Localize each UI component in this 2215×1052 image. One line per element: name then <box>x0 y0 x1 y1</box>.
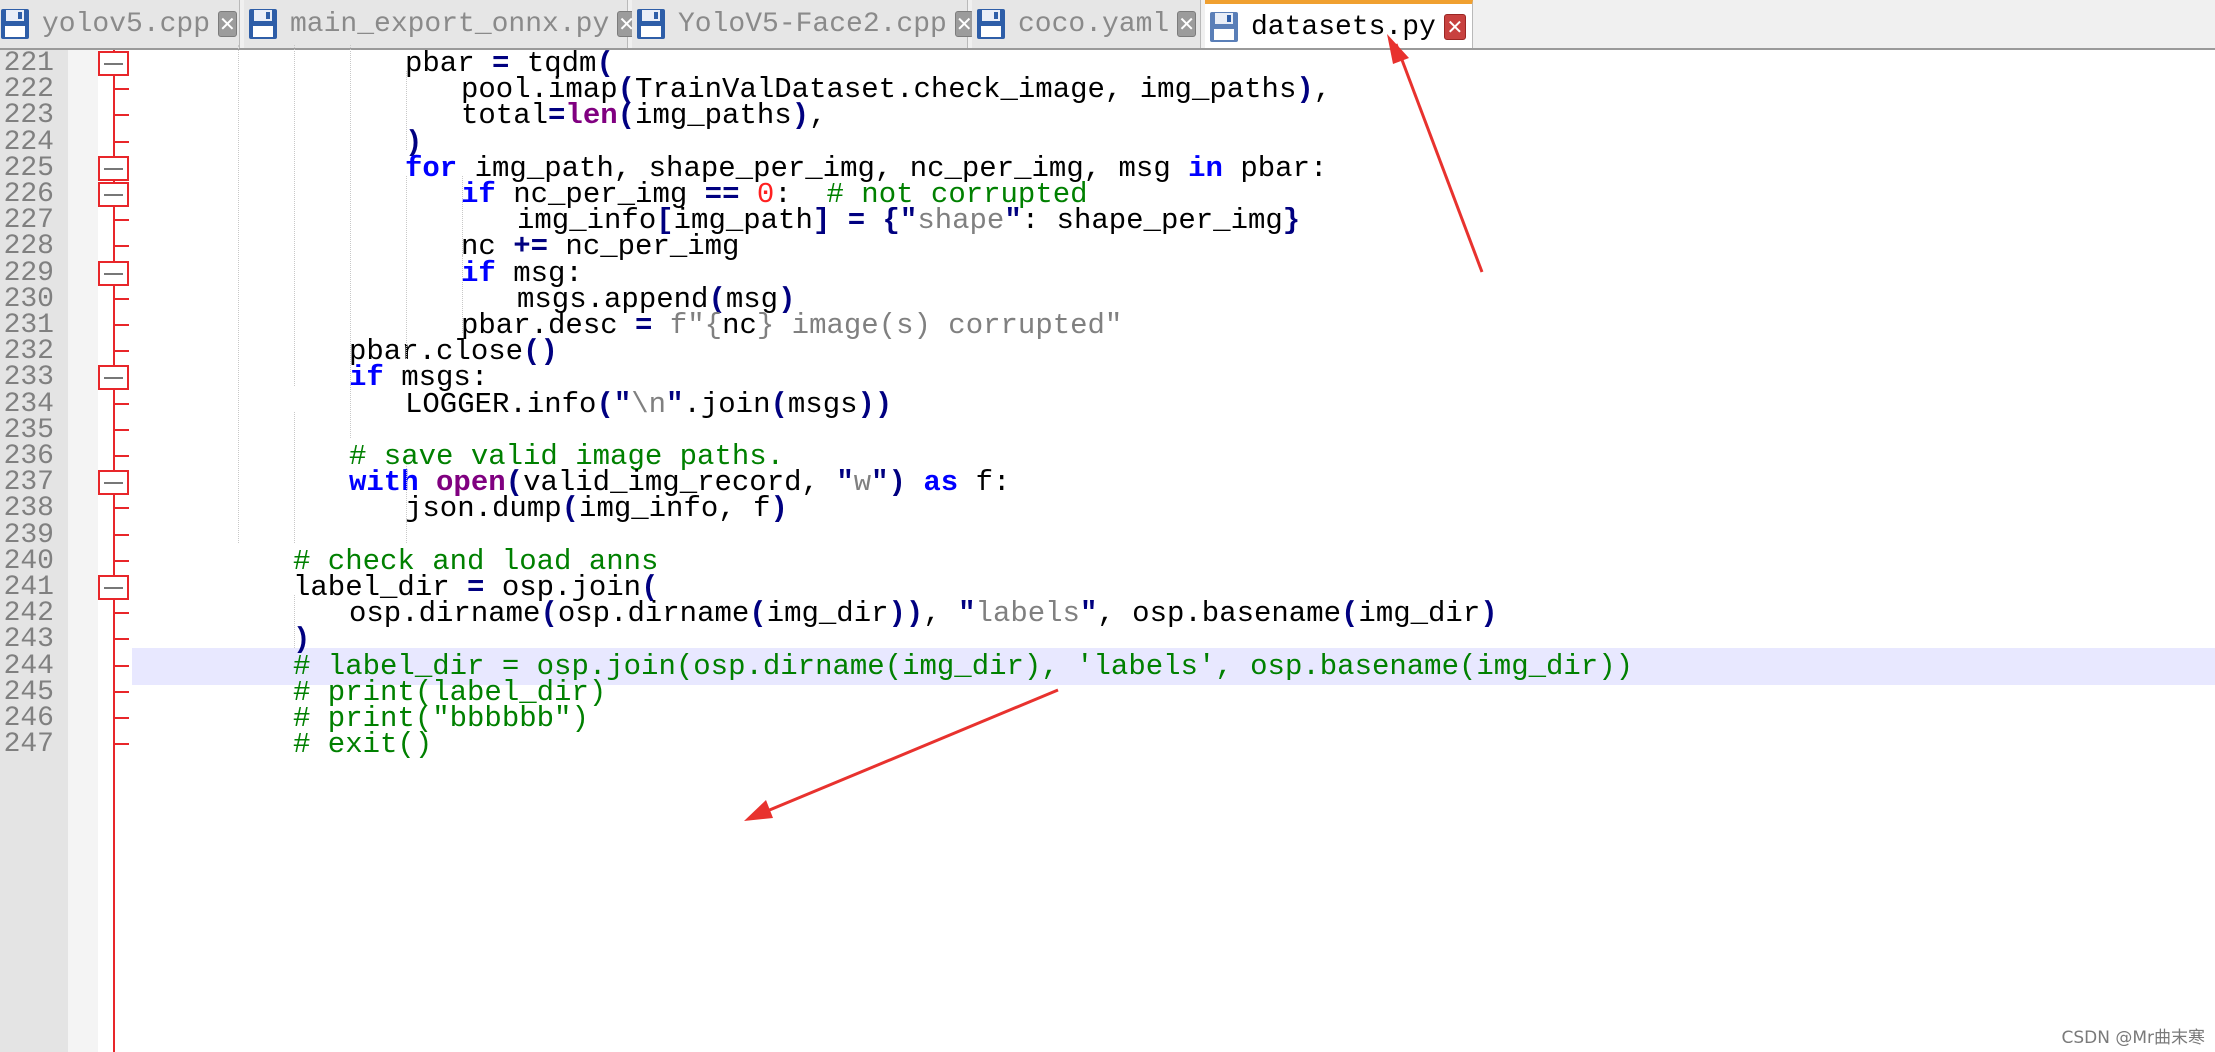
floppy-disk-icon <box>637 9 665 39</box>
indent-guide <box>406 71 407 150</box>
tab-coco-yaml[interactable]: coco.yaml ✕ <box>972 0 1201 48</box>
fold-tick <box>115 219 129 222</box>
fold-tick <box>115 612 129 615</box>
fold-tick <box>115 428 129 431</box>
fold-tick <box>115 455 129 457</box>
tab-label: main_export_onnx.py <box>290 8 610 40</box>
fold-tick <box>115 297 129 300</box>
indent-guide <box>238 45 239 543</box>
tab-label: YoloV5-Face2.cpp <box>678 8 947 40</box>
floppy-disk-icon <box>1 9 29 39</box>
tab-main-export-onnx-py[interactable]: main_export_onnx.py ✕ <box>244 0 637 48</box>
fold-tick <box>115 114 129 117</box>
fold-tick <box>115 324 129 326</box>
indent-guide <box>462 254 463 334</box>
tab-bar: yolov5.cpp ✕ main_export_onnx.py ✕ YoloV5-Fa… <box>0 0 2215 50</box>
indent-guide <box>294 45 295 386</box>
fold-tick <box>115 559 129 562</box>
indent-guide <box>294 411 295 543</box>
fold-tick <box>115 638 129 641</box>
floppy-disk-icon <box>977 9 1005 39</box>
fold-tick <box>115 507 129 510</box>
floppy-disk-icon <box>249 9 277 39</box>
indent-guide <box>350 45 351 438</box>
tab-datasets-py[interactable]: datasets.py ✕ <box>1205 0 1473 48</box>
close-icon[interactable]: ✕ <box>218 11 237 37</box>
fold-tick <box>115 690 129 693</box>
fold-tick <box>115 743 129 746</box>
fold-tick <box>115 664 129 667</box>
close-icon[interactable]: ✕ <box>954 11 974 37</box>
fold-tick <box>115 402 129 405</box>
indent-guide <box>406 464 407 543</box>
fold-tick <box>115 245 129 248</box>
indent-guide <box>294 595 295 648</box>
code-line[interactable]: 247 # exit() <box>0 726 2215 763</box>
watermark: CSDN @Mr曲末寒 <box>2061 1028 2205 1048</box>
fold-tick <box>115 350 129 353</box>
tab-yolov5-cpp[interactable]: yolov5.cpp ✕ <box>0 0 240 48</box>
line-number: 247 <box>3 729 54 761</box>
tab-yolov5-face2-cpp[interactable]: YoloV5-Face2.cpp ✕ <box>632 0 974 48</box>
indent-guide <box>462 176 463 255</box>
tab-label: yolov5.cpp <box>42 8 211 40</box>
tab-label: datasets.py <box>1251 11 1436 43</box>
close-icon[interactable]: ✕ <box>1177 11 1196 37</box>
tab-label: coco.yaml <box>1018 8 1170 40</box>
indent-guide <box>406 176 407 360</box>
fold-tick <box>115 140 129 143</box>
fold-tick <box>115 88 129 91</box>
code-text: # exit() <box>293 728 433 762</box>
fold-tick <box>115 533 129 536</box>
code-editor[interactable]: 221 pbar = tqdm(222 pool.imap(TrainValData… <box>0 45 2215 1052</box>
fold-tick <box>115 717 129 719</box>
floppy-disk-icon <box>1210 12 1238 42</box>
close-icon[interactable]: ✕ <box>1443 14 1466 40</box>
